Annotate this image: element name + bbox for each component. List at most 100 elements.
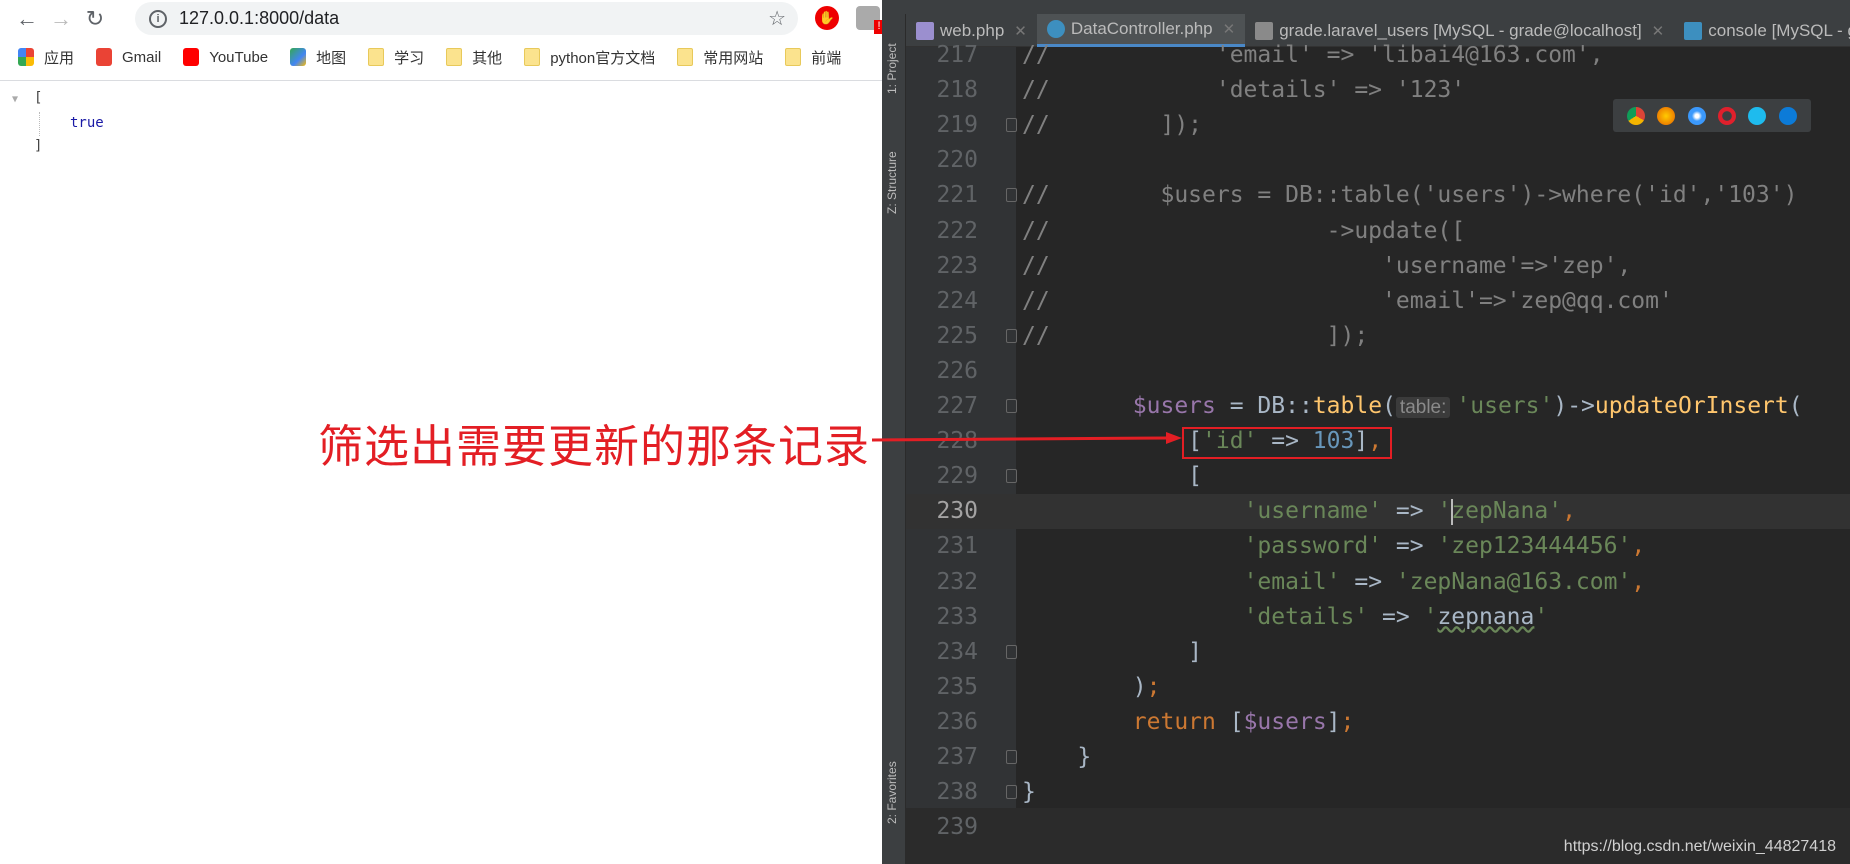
code-token: 'users' <box>1456 393 1554 419</box>
extension-icon[interactable]: ! <box>856 6 884 34</box>
bookmark-item[interactable]: Gmail <box>96 48 161 66</box>
line-number: 224 <box>936 287 978 314</box>
collapse-triangle-icon[interactable]: ▼ <box>12 94 18 105</box>
adblock-extension-icon[interactable]: ✋ <box>815 6 839 30</box>
bookmark-item[interactable]: 其他 <box>446 47 502 68</box>
tool-window-structure[interactable]: Z: Structure <box>885 151 899 214</box>
url-text[interactable]: 127.0.0.1:8000/data <box>179 8 339 29</box>
code-token: // 'email' => 'libai4@163.com', <box>1022 42 1604 68</box>
code-text: 'details' => 'zepnana' <box>1022 600 1549 635</box>
code-token: table <box>1312 393 1383 419</box>
tool-window-project[interactable]: 1: Project <box>885 43 899 94</box>
close-tab-icon[interactable]: ✕ <box>1014 22 1027 40</box>
fold-marker-icon[interactable] <box>1006 118 1017 133</box>
code-line[interactable]: 230 'username' => 'zepNana', <box>906 494 1850 530</box>
code-line[interactable]: 221 // $users = DB::table('users')->where… <box>906 178 1850 213</box>
bookmark-item[interactable]: 应用 <box>18 47 74 68</box>
code-token: ' <box>1534 603 1549 630</box>
code-line[interactable]: 237 } <box>906 740 1850 775</box>
code-token: $users <box>1132 393 1216 419</box>
bookmark-item[interactable]: YouTube <box>183 48 268 66</box>
bookmarks-bar: 应用 Gmail YouTube 地图 学习 其他 python官方文档 常用网站 前端 <box>18 40 863 74</box>
json-open-bracket: [ <box>34 90 43 106</box>
line-number: 218 <box>936 77 978 104</box>
code-text: // 'details' => '123' <box>1022 73 1465 108</box>
bookmark-star-icon[interactable]: ☆ <box>768 6 786 31</box>
fold-marker-icon[interactable] <box>1006 785 1017 800</box>
bookmark-item[interactable]: 前端 <box>785 47 841 68</box>
tool-window-favorites[interactable]: 2: Favorites <box>885 761 899 824</box>
code-line[interactable]: 236 return [$users]; <box>906 705 1850 740</box>
line-number: 217 <box>936 42 978 68</box>
code-line[interactable]: 220 <box>906 143 1850 178</box>
code-line[interactable]: 232 'email' => 'zepNana@163.com', <box>906 565 1850 600</box>
address-bar[interactable]: i 127.0.0.1:8000/data ☆ <box>135 2 798 35</box>
json-value: true <box>70 115 104 131</box>
code-token: => <box>1382 498 1438 525</box>
code-text: } <box>1022 775 1036 810</box>
opera-icon[interactable] <box>1718 106 1737 125</box>
fold-marker-icon[interactable] <box>1006 328 1017 343</box>
indent-guide <box>39 112 40 136</box>
annotation-text: 筛选出需要更新的那条记录 <box>318 421 871 472</box>
forward-button[interactable]: → <box>44 6 78 32</box>
code-text: 'username' => 'zepNana', <box>1022 494 1576 529</box>
code-text: // 'email'=>'zep@qq.com' <box>1022 284 1673 319</box>
bookmark-item[interactable]: 常用网站 <box>677 47 763 68</box>
code-text: $users = DB::table(table:'users')->updat… <box>1022 389 1803 425</box>
code-line[interactable]: 225 // ]); <box>906 319 1850 354</box>
bookmark-label: 应用 <box>44 49 75 67</box>
code-token: } <box>1022 744 1092 770</box>
firefox-icon[interactable] <box>1657 106 1676 125</box>
chrome-icon[interactable] <box>1627 106 1646 125</box>
code-text: } <box>1022 740 1091 775</box>
code-line[interactable]: 227 $users = DB::table(table:'users')->u… <box>906 389 1850 424</box>
bookmark-item[interactable]: 地图 <box>290 47 346 68</box>
safari-icon[interactable] <box>1687 106 1706 125</box>
code-token: => <box>1340 568 1396 595</box>
code-line[interactable]: 233 'details' => 'zepnana' <box>906 600 1850 635</box>
code-token: ; <box>1146 673 1161 700</box>
fold-marker-icon[interactable] <box>1006 644 1017 659</box>
back-button[interactable]: ← <box>10 6 44 32</box>
line-number: 237 <box>936 744 978 770</box>
code-line[interactable]: 224 // 'email'=>'zep@qq.com' <box>906 284 1850 319</box>
code-token: updateOrInsert <box>1594 393 1789 419</box>
code-line[interactable]: 226 <box>906 354 1850 389</box>
tab-label: DataController.php <box>1070 19 1213 38</box>
code-line[interactable]: 235 ); <box>906 670 1850 705</box>
edge-icon[interactable] <box>1778 106 1797 125</box>
code-token: , <box>1562 498 1576 525</box>
highlight-box <box>1182 427 1392 459</box>
code-line[interactable]: 222 // ->update([ <box>906 214 1850 249</box>
info-icon[interactable]: i <box>149 9 167 28</box>
reload-button[interactable]: ↻ <box>78 6 112 32</box>
line-number: 221 <box>936 182 978 209</box>
annotation-arrow <box>872 432 1182 444</box>
fold-marker-icon[interactable] <box>1006 750 1017 764</box>
bookmark-item[interactable]: 学习 <box>368 47 424 68</box>
table-icon <box>1255 21 1274 40</box>
php-class-icon <box>1046 20 1065 38</box>
fold-marker-icon[interactable] <box>1006 188 1017 203</box>
folder-icon <box>446 48 463 66</box>
fold-marker-icon[interactable] <box>1006 469 1017 484</box>
code-line[interactable]: 234 ] <box>906 635 1850 670</box>
line-number: 220 <box>936 147 978 174</box>
ie-icon[interactable] <box>1748 106 1767 125</box>
code-token: ) <box>1022 673 1147 700</box>
code-token: ] <box>1022 638 1203 665</box>
code-line[interactable]: 217 // 'email' => 'libai4@163.com', <box>906 38 1850 73</box>
code-line[interactable]: 229 [ <box>906 459 1850 494</box>
bookmark-label: 前端 <box>811 49 842 67</box>
fold-marker-icon[interactable] <box>1006 399 1017 413</box>
close-tab-icon[interactable]: ✕ <box>1223 20 1236 38</box>
close-tab-icon[interactable]: ✕ <box>1652 22 1665 40</box>
bookmark-item[interactable]: python官方文档 <box>524 47 655 68</box>
code-line[interactable]: 231 'password' => 'zep123444456', <box>906 529 1850 564</box>
code-line[interactable]: 223 // 'username'=>'zep', <box>906 249 1850 284</box>
code-token: // 'details' => '123' <box>1022 77 1466 104</box>
code-line[interactable]: 238} <box>906 775 1850 810</box>
line-number: 233 <box>936 603 978 630</box>
